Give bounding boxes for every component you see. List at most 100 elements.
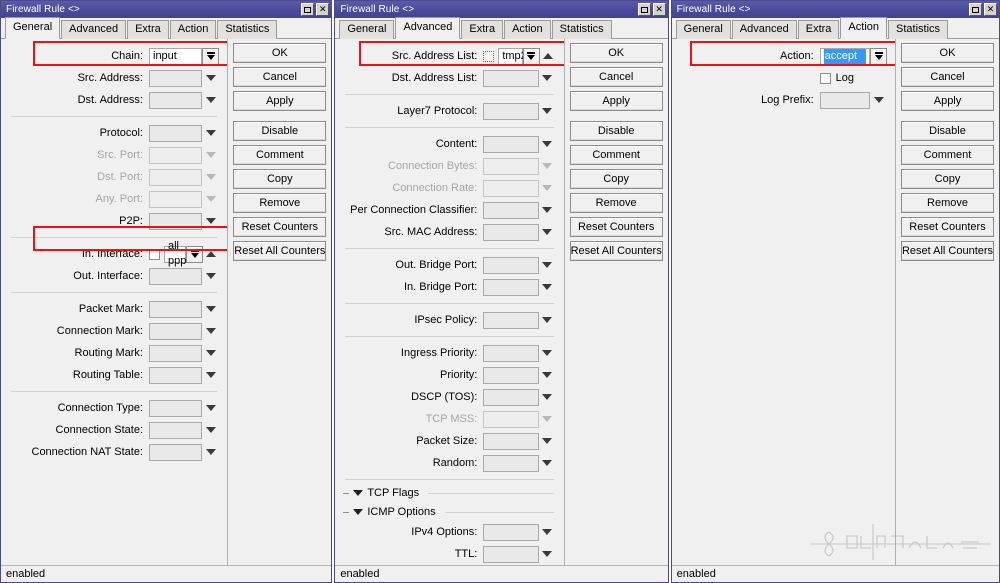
group-tcp-flags[interactable]: TCP Flags [343, 485, 554, 501]
dst-address-list-input[interactable] [483, 69, 539, 87]
apply-button[interactable]: Apply [233, 91, 327, 111]
in-bridge-port-chevron-down-icon[interactable] [539, 279, 556, 296]
tab-general[interactable]: General [675, 20, 731, 39]
tab-statistics[interactable]: Statistics [551, 20, 612, 39]
ok-button[interactable]: OK [233, 43, 327, 63]
tab-general[interactable]: General [5, 17, 61, 39]
close-icon[interactable]: ✕ [652, 3, 666, 16]
dscp-tos-input[interactable] [483, 388, 539, 406]
priority-chevron-down-icon[interactable] [539, 367, 556, 384]
reset-counters-button[interactable]: Reset Counters [901, 217, 994, 237]
ipsec-policy-input[interactable] [483, 311, 539, 329]
tab-advanced[interactable]: Advanced [395, 17, 461, 39]
in-interface-negate-checkbox[interactable] [149, 248, 160, 260]
maximize-icon[interactable] [637, 3, 651, 16]
ipsec-policy-chevron-down-icon[interactable] [539, 312, 556, 329]
action-input[interactable]: accept [819, 47, 870, 65]
out-interface-input[interactable] [149, 267, 203, 285]
per-connection-classifier-input[interactable] [483, 201, 539, 219]
content-input[interactable] [483, 135, 539, 153]
packet-size-input[interactable] [483, 432, 539, 450]
packet-mark-input[interactable] [149, 300, 203, 318]
protocol-input[interactable] [149, 124, 203, 142]
close-icon[interactable]: ✕ [984, 3, 997, 16]
connection-nat-state-input[interactable] [149, 443, 203, 461]
src-address-input[interactable] [149, 69, 203, 87]
copy-button[interactable]: Copy [901, 169, 994, 189]
disable-button[interactable]: Disable [569, 121, 663, 141]
src-address-list-dropdown-icon[interactable] [522, 47, 540, 65]
tab-statistics[interactable]: Statistics [217, 20, 278, 39]
tab-extra[interactable]: Extra [461, 20, 504, 39]
src-address-list-input[interactable]: tmp2 [498, 47, 527, 65]
apply-button[interactable]: Apply [901, 91, 994, 111]
reset-all-counters-button[interactable]: Reset All Counters [569, 241, 663, 261]
packet-mark-chevron-down-icon[interactable] [202, 301, 219, 318]
action-dropdown-icon[interactable] [870, 47, 887, 65]
copy-button[interactable]: Copy [233, 169, 327, 189]
layer7-protocol-input[interactable] [483, 102, 539, 120]
p2p-input[interactable] [149, 212, 203, 230]
priority-input[interactable] [483, 366, 539, 384]
protocol-chevron-down-icon[interactable] [202, 125, 219, 142]
connection-state-chevron-down-icon[interactable] [202, 422, 219, 439]
maximize-icon[interactable] [301, 3, 315, 16]
routing-table-input[interactable] [149, 366, 203, 384]
per-connection-classifier-chevron-down-icon[interactable] [539, 202, 556, 219]
tab-action[interactable]: Action [840, 17, 887, 39]
p2p-chevron-down-icon[interactable] [202, 213, 219, 230]
in-interface-input[interactable]: all ppp [164, 240, 186, 267]
log-prefix-chevron-down-icon[interactable] [870, 92, 887, 109]
dst-address-input[interactable] [149, 91, 203, 109]
comment-button[interactable]: Comment [901, 145, 994, 165]
cancel-button[interactable]: Cancel [901, 67, 994, 87]
ingress-priority-input[interactable] [483, 344, 539, 362]
log-checkbox-group[interactable]: Log [819, 72, 854, 84]
connection-type-chevron-down-icon[interactable] [202, 400, 219, 417]
src-mac-address-chevron-down-icon[interactable] [539, 224, 556, 241]
reset-counters-button[interactable]: Reset Counters [233, 217, 327, 237]
disable-button[interactable]: Disable [901, 121, 994, 141]
src-address-chevron-down-icon[interactable] [202, 70, 219, 87]
ttl-chevron-down-icon[interactable] [539, 546, 556, 563]
apply-button[interactable]: Apply [569, 91, 663, 111]
chevron-down-icon[interactable] [353, 509, 364, 515]
tab-statistics[interactable]: Statistics [888, 20, 949, 39]
ipv4-options-input[interactable] [483, 523, 539, 541]
reset-all-counters-button[interactable]: Reset All Counters [901, 241, 994, 261]
tab-general[interactable]: General [339, 20, 395, 39]
remove-button[interactable]: Remove [569, 193, 663, 213]
in-interface-dropdown-icon[interactable] [186, 245, 204, 263]
comment-button[interactable]: Comment [569, 145, 663, 165]
out-interface-chevron-down-icon[interactable] [202, 268, 219, 285]
in-bridge-port-input[interactable] [483, 278, 539, 296]
connection-mark-input[interactable] [149, 322, 203, 340]
reset-counters-button[interactable]: Reset Counters [569, 217, 663, 237]
src-mac-address-input[interactable] [483, 223, 539, 241]
content-chevron-down-icon[interactable] [539, 136, 556, 153]
remove-button[interactable]: Remove [233, 193, 327, 213]
dscp-tos-chevron-down-icon[interactable] [539, 389, 556, 406]
ingress-priority-chevron-down-icon[interactable] [539, 345, 556, 362]
src-address-list-negate-icon[interactable] [483, 50, 495, 62]
close-icon[interactable]: ✕ [316, 3, 330, 16]
log-checkbox[interactable] [819, 72, 831, 84]
tab-extra[interactable]: Extra [127, 20, 169, 39]
ipv4-options-chevron-down-icon[interactable] [539, 524, 556, 541]
tab-action[interactable]: Action [504, 20, 551, 39]
routing-mark-chevron-down-icon[interactable] [202, 345, 219, 362]
in-interface-collapse-up-icon[interactable] [203, 246, 219, 263]
random-input[interactable] [483, 454, 539, 472]
tab-extra[interactable]: Extra [797, 20, 840, 39]
tab-advanced[interactable]: Advanced [731, 20, 797, 39]
out-bridge-port-input[interactable] [483, 256, 539, 274]
dst-address-chevron-down-icon[interactable] [202, 92, 219, 109]
chain-dropdown-icon[interactable] [202, 47, 220, 65]
connection-mark-chevron-down-icon[interactable] [202, 323, 219, 340]
cancel-button[interactable]: Cancel [233, 67, 327, 87]
reset-all-counters-button[interactable]: Reset All Counters [233, 241, 327, 261]
random-chevron-down-icon[interactable] [539, 455, 556, 472]
ok-button[interactable]: OK [569, 43, 663, 63]
connection-nat-state-chevron-down-icon[interactable] [202, 444, 219, 461]
cancel-button[interactable]: Cancel [569, 67, 663, 87]
